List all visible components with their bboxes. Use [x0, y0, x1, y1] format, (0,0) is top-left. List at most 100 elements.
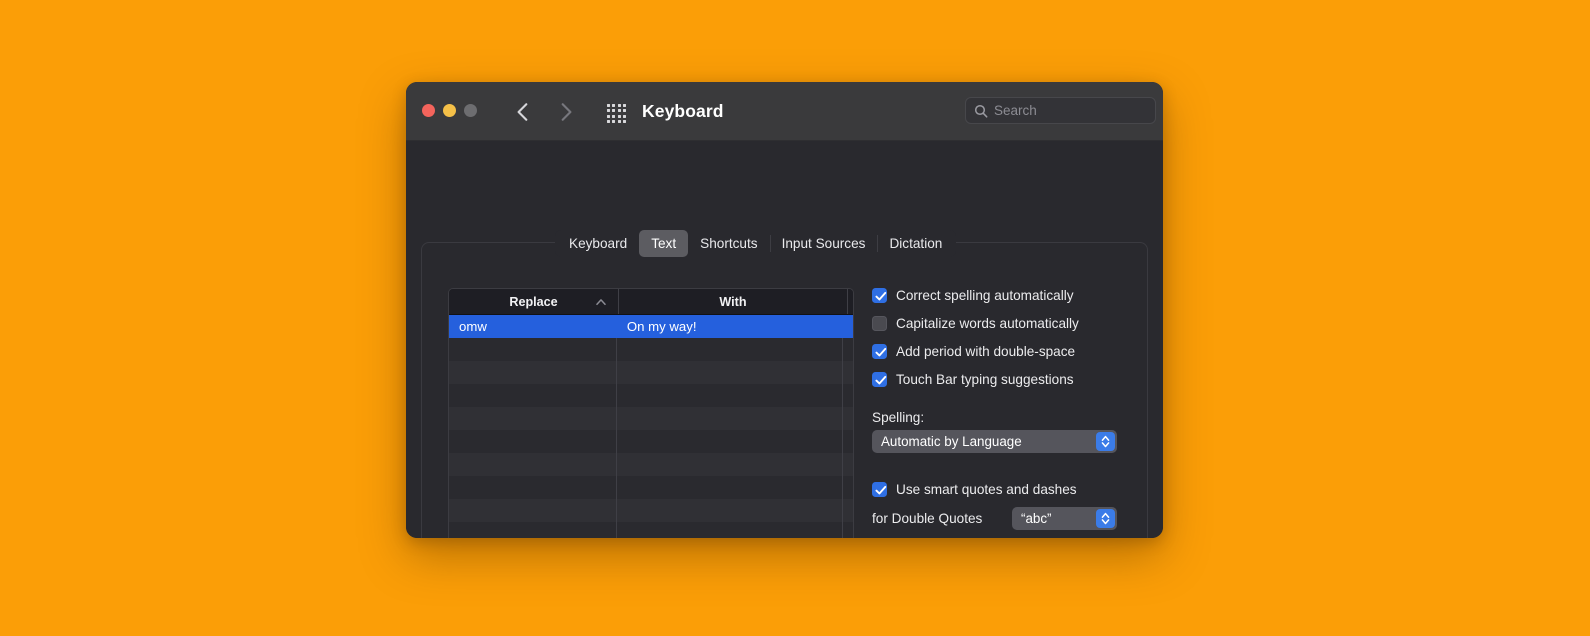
- cell-spacer: [843, 407, 853, 430]
- navigation-buttons: [511, 99, 577, 125]
- double-quotes-popup-value: “abc”: [1021, 511, 1052, 526]
- table-row[interactable]: omw On my way!: [449, 315, 853, 338]
- preferences-content: Keyboard Text Shortcuts Input Sources Di…: [406, 141, 1163, 538]
- page-title: Keyboard: [642, 101, 724, 121]
- tab-shortcuts[interactable]: Shortcuts: [688, 230, 769, 257]
- cell-with: [617, 522, 843, 538]
- cell-with: [617, 338, 843, 361]
- checkbox-row-capitalize-words[interactable]: Capitalize words automatically: [872, 309, 1142, 337]
- checkbox-label-correct-spelling: Correct spelling automatically: [896, 287, 1074, 303]
- table-row[interactable]: [449, 384, 853, 407]
- cell-spacer: [843, 522, 853, 538]
- cell-spacer: [843, 430, 853, 453]
- spelling-popup-button[interactable]: Automatic by Language: [872, 430, 1117, 453]
- cell-replace: [449, 453, 617, 476]
- checkbox-row-smart-quotes[interactable]: Use smart quotes and dashes: [872, 475, 1142, 503]
- column-header-with-label: With: [719, 294, 747, 309]
- checkbox-label-smart-quotes: Use smart quotes and dashes: [896, 481, 1077, 497]
- table-row[interactable]: [449, 453, 853, 476]
- cell-with: [617, 499, 843, 522]
- column-header-with[interactable]: With: [619, 289, 848, 314]
- cell-replace: [449, 384, 617, 407]
- table-body: omw On my way!: [449, 315, 853, 538]
- table-header-row: Replace With: [449, 289, 853, 315]
- double-quotes-label: for Double Quotes: [872, 511, 983, 526]
- cell-spacer: [843, 384, 853, 407]
- minimize-button[interactable]: [443, 104, 456, 117]
- table-row[interactable]: [449, 338, 853, 361]
- cell-with: On my way!: [617, 315, 843, 338]
- single-quotes-row: for Single Quotes ‘abc’: [872, 534, 1142, 538]
- column-header-spacer: [848, 289, 853, 314]
- chevron-right-icon: [561, 103, 571, 121]
- tab-input-sources[interactable]: Input Sources: [769, 230, 878, 257]
- cell-with: [617, 361, 843, 384]
- checkbox-smart-quotes[interactable]: [872, 481, 887, 497]
- column-header-replace[interactable]: Replace: [449, 289, 619, 314]
- text-replacement-table[interactable]: Replace With omw On my way!: [448, 288, 854, 538]
- tab-bar: Keyboard Text Shortcuts Input Sources Di…: [555, 230, 957, 257]
- checkmark-icon: [874, 347, 886, 356]
- close-button[interactable]: [422, 104, 435, 117]
- tab-keyboard[interactable]: Keyboard: [557, 230, 639, 257]
- cell-replace: [449, 407, 617, 430]
- sort-ascending-icon: [596, 298, 606, 305]
- checkbox-row-touch-bar-suggestions[interactable]: Touch Bar typing suggestions: [872, 365, 1142, 393]
- search-input[interactable]: [994, 103, 1147, 118]
- spelling-label: Spelling:: [872, 410, 925, 425]
- table-row[interactable]: [449, 522, 853, 538]
- cell-replace: [449, 338, 617, 361]
- double-quotes-row: for Double Quotes “abc”: [872, 503, 1142, 534]
- window-controls: [422, 104, 477, 117]
- text-options-pane: Correct spelling automatically Capitaliz…: [872, 281, 1142, 538]
- cell-replace: [449, 499, 617, 522]
- checkmark-icon: [874, 375, 886, 384]
- table-row[interactable]: [449, 407, 853, 430]
- spelling-popup-value: Automatic by Language: [881, 434, 1022, 449]
- chevron-updown-icon: [1096, 432, 1115, 451]
- cell-replace: [449, 522, 617, 538]
- cell-spacer: [843, 361, 853, 384]
- cell-replace: [449, 430, 617, 453]
- cell-replace: [449, 361, 617, 384]
- cell-replace: omw: [449, 315, 617, 338]
- zoom-button[interactable]: [464, 104, 477, 117]
- window-titlebar: Keyboard: [406, 82, 1163, 141]
- tab-text[interactable]: Text: [639, 230, 689, 257]
- checkbox-touch-bar-suggestions[interactable]: [872, 371, 887, 387]
- cell-spacer: [843, 499, 853, 522]
- back-button[interactable]: [511, 99, 533, 125]
- forward-button[interactable]: [555, 99, 577, 125]
- cell-with: [617, 476, 843, 499]
- cell-with: [617, 453, 843, 476]
- cell-with: [617, 407, 843, 430]
- checkbox-capitalize-words[interactable]: [872, 315, 887, 331]
- cell-with: [617, 430, 843, 453]
- table-row[interactable]: [449, 361, 853, 384]
- checkbox-label-touch-bar-suggestions: Touch Bar typing suggestions: [896, 371, 1074, 387]
- table-row[interactable]: [449, 476, 853, 499]
- checkbox-row-add-period[interactable]: Add period with double-space: [872, 337, 1142, 365]
- search-icon: [974, 104, 988, 118]
- system-preferences-window: Keyboard Keyboard Text Shortcuts Input S…: [406, 82, 1163, 538]
- cell-spacer: [843, 315, 853, 338]
- table-row[interactable]: [449, 499, 853, 522]
- checkbox-label-add-period: Add period with double-space: [896, 343, 1076, 359]
- column-header-replace-label: Replace: [509, 294, 558, 309]
- cell-with: [617, 384, 843, 407]
- show-all-grid-icon[interactable]: [607, 104, 626, 123]
- cell-replace: [449, 476, 617, 499]
- tab-dictation[interactable]: Dictation: [877, 230, 954, 257]
- cell-spacer: [843, 476, 853, 499]
- chevron-left-icon: [517, 103, 527, 121]
- checkbox-row-correct-spelling[interactable]: Correct spelling automatically: [872, 281, 1142, 309]
- search-field[interactable]: [965, 97, 1156, 124]
- checkbox-label-capitalize-words: Capitalize words automatically: [896, 315, 1079, 331]
- checkbox-correct-spelling[interactable]: [872, 287, 887, 303]
- cell-spacer: [843, 338, 853, 361]
- table-row[interactable]: [449, 430, 853, 453]
- double-quotes-popup-button[interactable]: “abc”: [1012, 507, 1117, 530]
- chevron-updown-icon: [1096, 509, 1115, 528]
- checkbox-add-period[interactable]: [872, 343, 887, 359]
- cell-spacer: [843, 453, 853, 476]
